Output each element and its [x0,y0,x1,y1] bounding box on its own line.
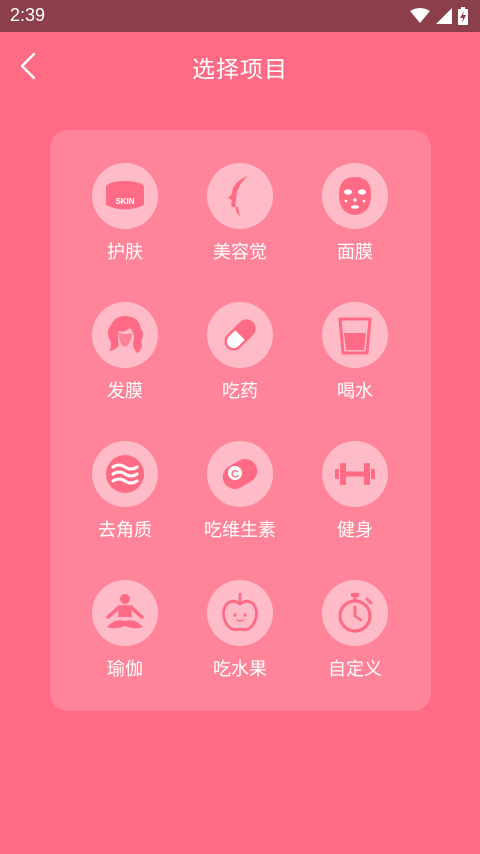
dumbbell-icon [335,463,375,485]
item-hair-mask[interactable]: 发膜 [65,302,185,422]
sleep-face-icon [228,176,248,216]
icon-circle [92,302,158,368]
hair-icon [107,316,143,353]
item-label: 健身 [337,520,373,541]
item-label: 美容觉 [213,242,267,263]
icon-circle [322,441,388,507]
face-mask-icon [339,177,371,215]
icon-circle: C [207,441,273,507]
item-yoga[interactable]: 瑜伽 [65,580,185,700]
icon-circle [207,580,273,646]
yoga-icon [106,594,144,629]
item-eat-fruit[interactable]: 吃水果 [180,580,300,700]
item-custom[interactable]: 自定义 [295,580,415,700]
exfoliate-icon [106,455,144,493]
icon-circle [322,580,388,646]
icon-circle [92,580,158,646]
item-drink-water[interactable]: 喝水 [295,302,415,422]
battery-icon [458,7,468,25]
item-label: 喝水 [337,381,373,402]
skin-cream-icon: SKIN [106,181,144,210]
item-fitness[interactable]: 健身 [295,441,415,561]
icon-circle [322,302,388,368]
item-label: 护肤 [107,242,143,263]
item-exfoliate[interactable]: 去角质 [65,441,185,561]
apple-icon [222,592,258,632]
item-label: 去角质 [98,520,152,541]
item-label: 面膜 [337,242,373,263]
item-beauty-sleep[interactable]: 美容觉 [180,163,300,283]
status-bar: 2:39 [0,0,480,32]
icon-circle [92,441,158,507]
item-label: 发膜 [107,381,143,402]
header: 选择项目 [0,32,480,98]
icon-circle [207,163,273,229]
item-label: 瑜伽 [107,659,143,680]
icon-circle [207,302,273,368]
item-take-medicine[interactable]: 吃药 [180,302,300,422]
item-skincare[interactable]: SKIN 护肤 [65,163,185,283]
item-label: 吃维生素 [204,520,276,541]
item-grid-panel: SKIN 护肤 美容觉 面膜 发膜 吃药 喝水 去角质 C 吃维生素 健身 瑜伽… [50,130,431,711]
skin-text: SKIN [115,197,134,206]
item-label: 吃药 [222,381,258,402]
water-glass-icon [338,317,372,355]
page-title: 选择项目 [192,57,288,83]
item-take-vitamins[interactable]: C 吃维生素 [180,441,300,561]
stopwatch-icon [338,593,373,633]
status-icons [410,7,468,25]
status-time: 2:39 [10,5,46,25]
item-label: 自定义 [328,659,382,680]
icon-circle: SKIN [92,163,158,229]
item-label: 吃水果 [213,659,267,680]
wifi-icon [410,8,430,23]
vitamin-text: C [231,469,239,481]
signal-icon [436,8,452,24]
item-face-mask[interactable]: 面膜 [295,163,415,283]
icon-circle [322,163,388,229]
pill-icon [224,319,256,351]
vitamin-c-icon: C [222,459,258,489]
